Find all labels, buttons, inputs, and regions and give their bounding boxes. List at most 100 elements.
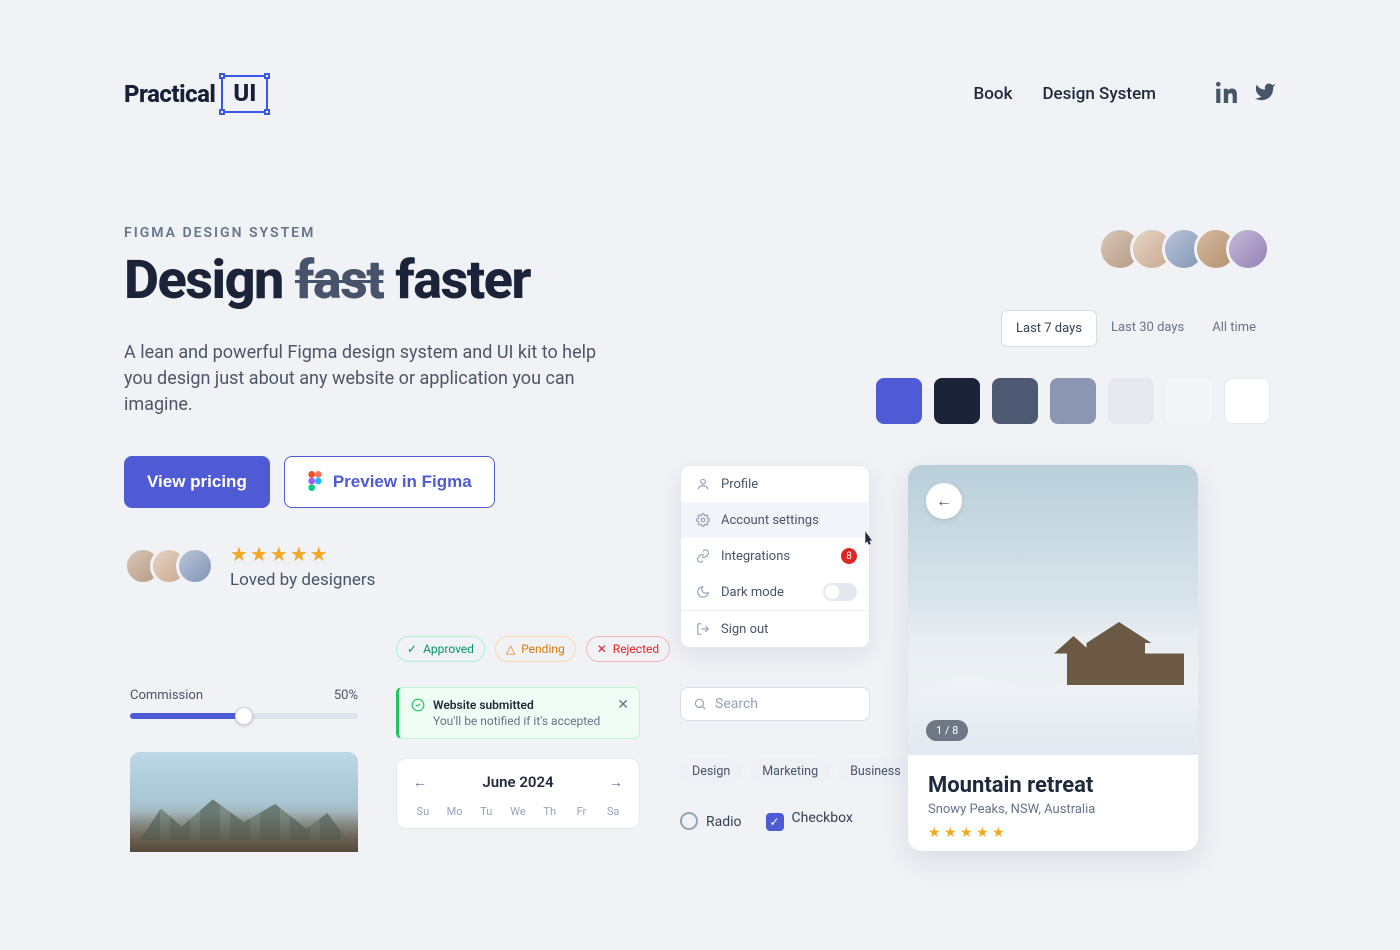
color-swatch[interactable] (934, 378, 980, 424)
status-rejected: ✕ Rejected (586, 636, 670, 662)
listing-stars: ★ ★ ★ ★ ★ (928, 825, 1178, 841)
calendar-day: Sa (597, 805, 629, 818)
sample-segmented-control: Last 7 days Last 30 days All time (1001, 310, 1270, 347)
cursor-pointer-icon (860, 530, 876, 550)
check-circle-icon: ✓ (407, 642, 417, 656)
status-approved: ✓ Approved (396, 636, 485, 662)
logo-text: Practical (124, 80, 215, 108)
search-placeholder: Search (715, 696, 758, 712)
segment-last-30-days[interactable]: Last 30 days (1097, 310, 1198, 347)
loved-text: Loved by designers (230, 570, 375, 590)
menu-item-label: Profile (721, 477, 758, 492)
menu-item-profile[interactable]: Profile (681, 466, 869, 502)
checkbox-label: Checkbox (792, 810, 853, 826)
social-links (1216, 81, 1276, 108)
hero: FIGMA DESIGN SYSTEM Design fast faster A… (124, 225, 684, 590)
color-swatch[interactable] (1050, 378, 1096, 424)
cta-row: View pricing Preview in Figma (124, 456, 684, 508)
menu-item-label: Integrations (721, 549, 790, 564)
calendar-day: Th (534, 805, 566, 818)
calendar-day: Mo (439, 805, 471, 818)
x-circle-icon: ✕ (597, 642, 607, 656)
toast-title: Website submitted (433, 698, 534, 712)
chip-design[interactable]: Design (680, 758, 742, 785)
primary-nav: Book Design System (974, 81, 1276, 108)
sign-out-icon (695, 621, 711, 637)
sample-slider: Commission 50% (130, 688, 358, 719)
sample-image-thumb[interactable] (130, 752, 358, 852)
radio-label: Radio (706, 814, 742, 830)
calendar-next-button[interactable]: → (609, 774, 623, 791)
segment-all-time[interactable]: All time (1198, 310, 1270, 347)
site-header: Practical UI Book Design System (124, 75, 1276, 113)
star-icon: ★ (290, 542, 308, 566)
slider-thumb[interactable] (235, 707, 253, 725)
preview-figma-button[interactable]: Preview in Figma (284, 456, 495, 508)
view-pricing-button[interactable]: View pricing (124, 456, 270, 508)
listing-title: Mountain retreat (928, 773, 1178, 798)
search-icon (693, 697, 707, 711)
color-swatch[interactable] (1166, 378, 1212, 424)
status-label: Approved (423, 642, 474, 656)
sample-tag-chips: Design Marketing Business (680, 758, 913, 785)
dark-mode-toggle[interactable] (823, 583, 857, 601)
star-icon: ★ (230, 542, 248, 566)
logo[interactable]: Practical UI (124, 75, 268, 113)
sample-search-input[interactable]: Search (680, 687, 870, 721)
sample-profile-menu: Profile Account settings Integrations 8 … (680, 465, 870, 648)
calendar-prev-button[interactable]: ← (413, 774, 427, 791)
loved-avatars (124, 547, 214, 585)
status-label: Pending (521, 642, 565, 656)
hero-title-strike: fast (295, 249, 383, 312)
sample-toast: Website submitted You'll be notified if … (396, 687, 640, 739)
link-icon (695, 548, 711, 564)
toast-close-button[interactable]: ✕ (617, 697, 629, 713)
menu-item-label: Sign out (721, 622, 768, 637)
checkbox-option[interactable]: ✓Checkbox (766, 810, 853, 831)
slider-label: Commission (130, 688, 203, 703)
star-icon: ★ (270, 542, 288, 566)
menu-item-account-settings[interactable]: Account settings (681, 502, 869, 538)
color-swatch[interactable] (1224, 378, 1270, 424)
star-icon: ★ (310, 542, 328, 566)
notification-badge: 8 (841, 548, 857, 564)
sample-calendar: ← June 2024 → Su Mo Tu We Th Fr Sa (396, 758, 640, 829)
twitter-icon[interactable] (1254, 81, 1276, 108)
radio-icon (680, 812, 698, 830)
gear-icon (695, 512, 711, 528)
sample-form-controls: Radio ✓Checkbox (680, 810, 853, 831)
calendar-day-headers: Su Mo Tu We Th Fr Sa (397, 805, 639, 828)
menu-item-sign-out[interactable]: Sign out (681, 611, 869, 647)
hero-title-post: faster (383, 249, 530, 312)
calendar-day: We (502, 805, 534, 818)
radio-option[interactable]: Radio (680, 812, 742, 830)
hero-eyebrow: FIGMA DESIGN SYSTEM (124, 225, 684, 241)
menu-item-dark-mode[interactable]: Dark mode (681, 574, 869, 610)
star-icon: ★ (250, 542, 268, 566)
slider-value: 50% (334, 688, 358, 703)
avatar (1226, 227, 1270, 271)
color-swatch[interactable] (876, 378, 922, 424)
slider-track[interactable] (130, 713, 358, 719)
menu-item-label: Account settings (721, 513, 819, 528)
color-swatch[interactable] (1108, 378, 1154, 424)
nav-book[interactable]: Book (974, 84, 1013, 104)
nav-design-system[interactable]: Design System (1042, 84, 1156, 104)
sample-avatar-stack (1098, 227, 1270, 271)
segment-last-7-days[interactable]: Last 7 days (1001, 310, 1097, 347)
check-circle-icon (411, 698, 425, 712)
image-counter: 1 / 8 (926, 720, 968, 741)
sample-listing-card[interactable]: ← 1 / 8 Mountain retreat Snowy Peaks, NS… (908, 465, 1198, 851)
back-button[interactable]: ← (926, 483, 962, 519)
chip-marketing[interactable]: Marketing (750, 758, 830, 785)
slider-fill (130, 713, 244, 719)
chip-business[interactable]: Business (838, 758, 913, 785)
calendar-month: June 2024 (482, 773, 553, 791)
logo-ui-box: UI (221, 75, 268, 113)
toast-subtext: You'll be notified if it's accepted (433, 714, 609, 728)
menu-item-integrations[interactable]: Integrations 8 (681, 538, 869, 574)
calendar-day: Tu (470, 805, 502, 818)
warning-icon: △ (506, 642, 515, 656)
color-swatch[interactable] (992, 378, 1038, 424)
linkedin-icon[interactable] (1216, 81, 1238, 108)
